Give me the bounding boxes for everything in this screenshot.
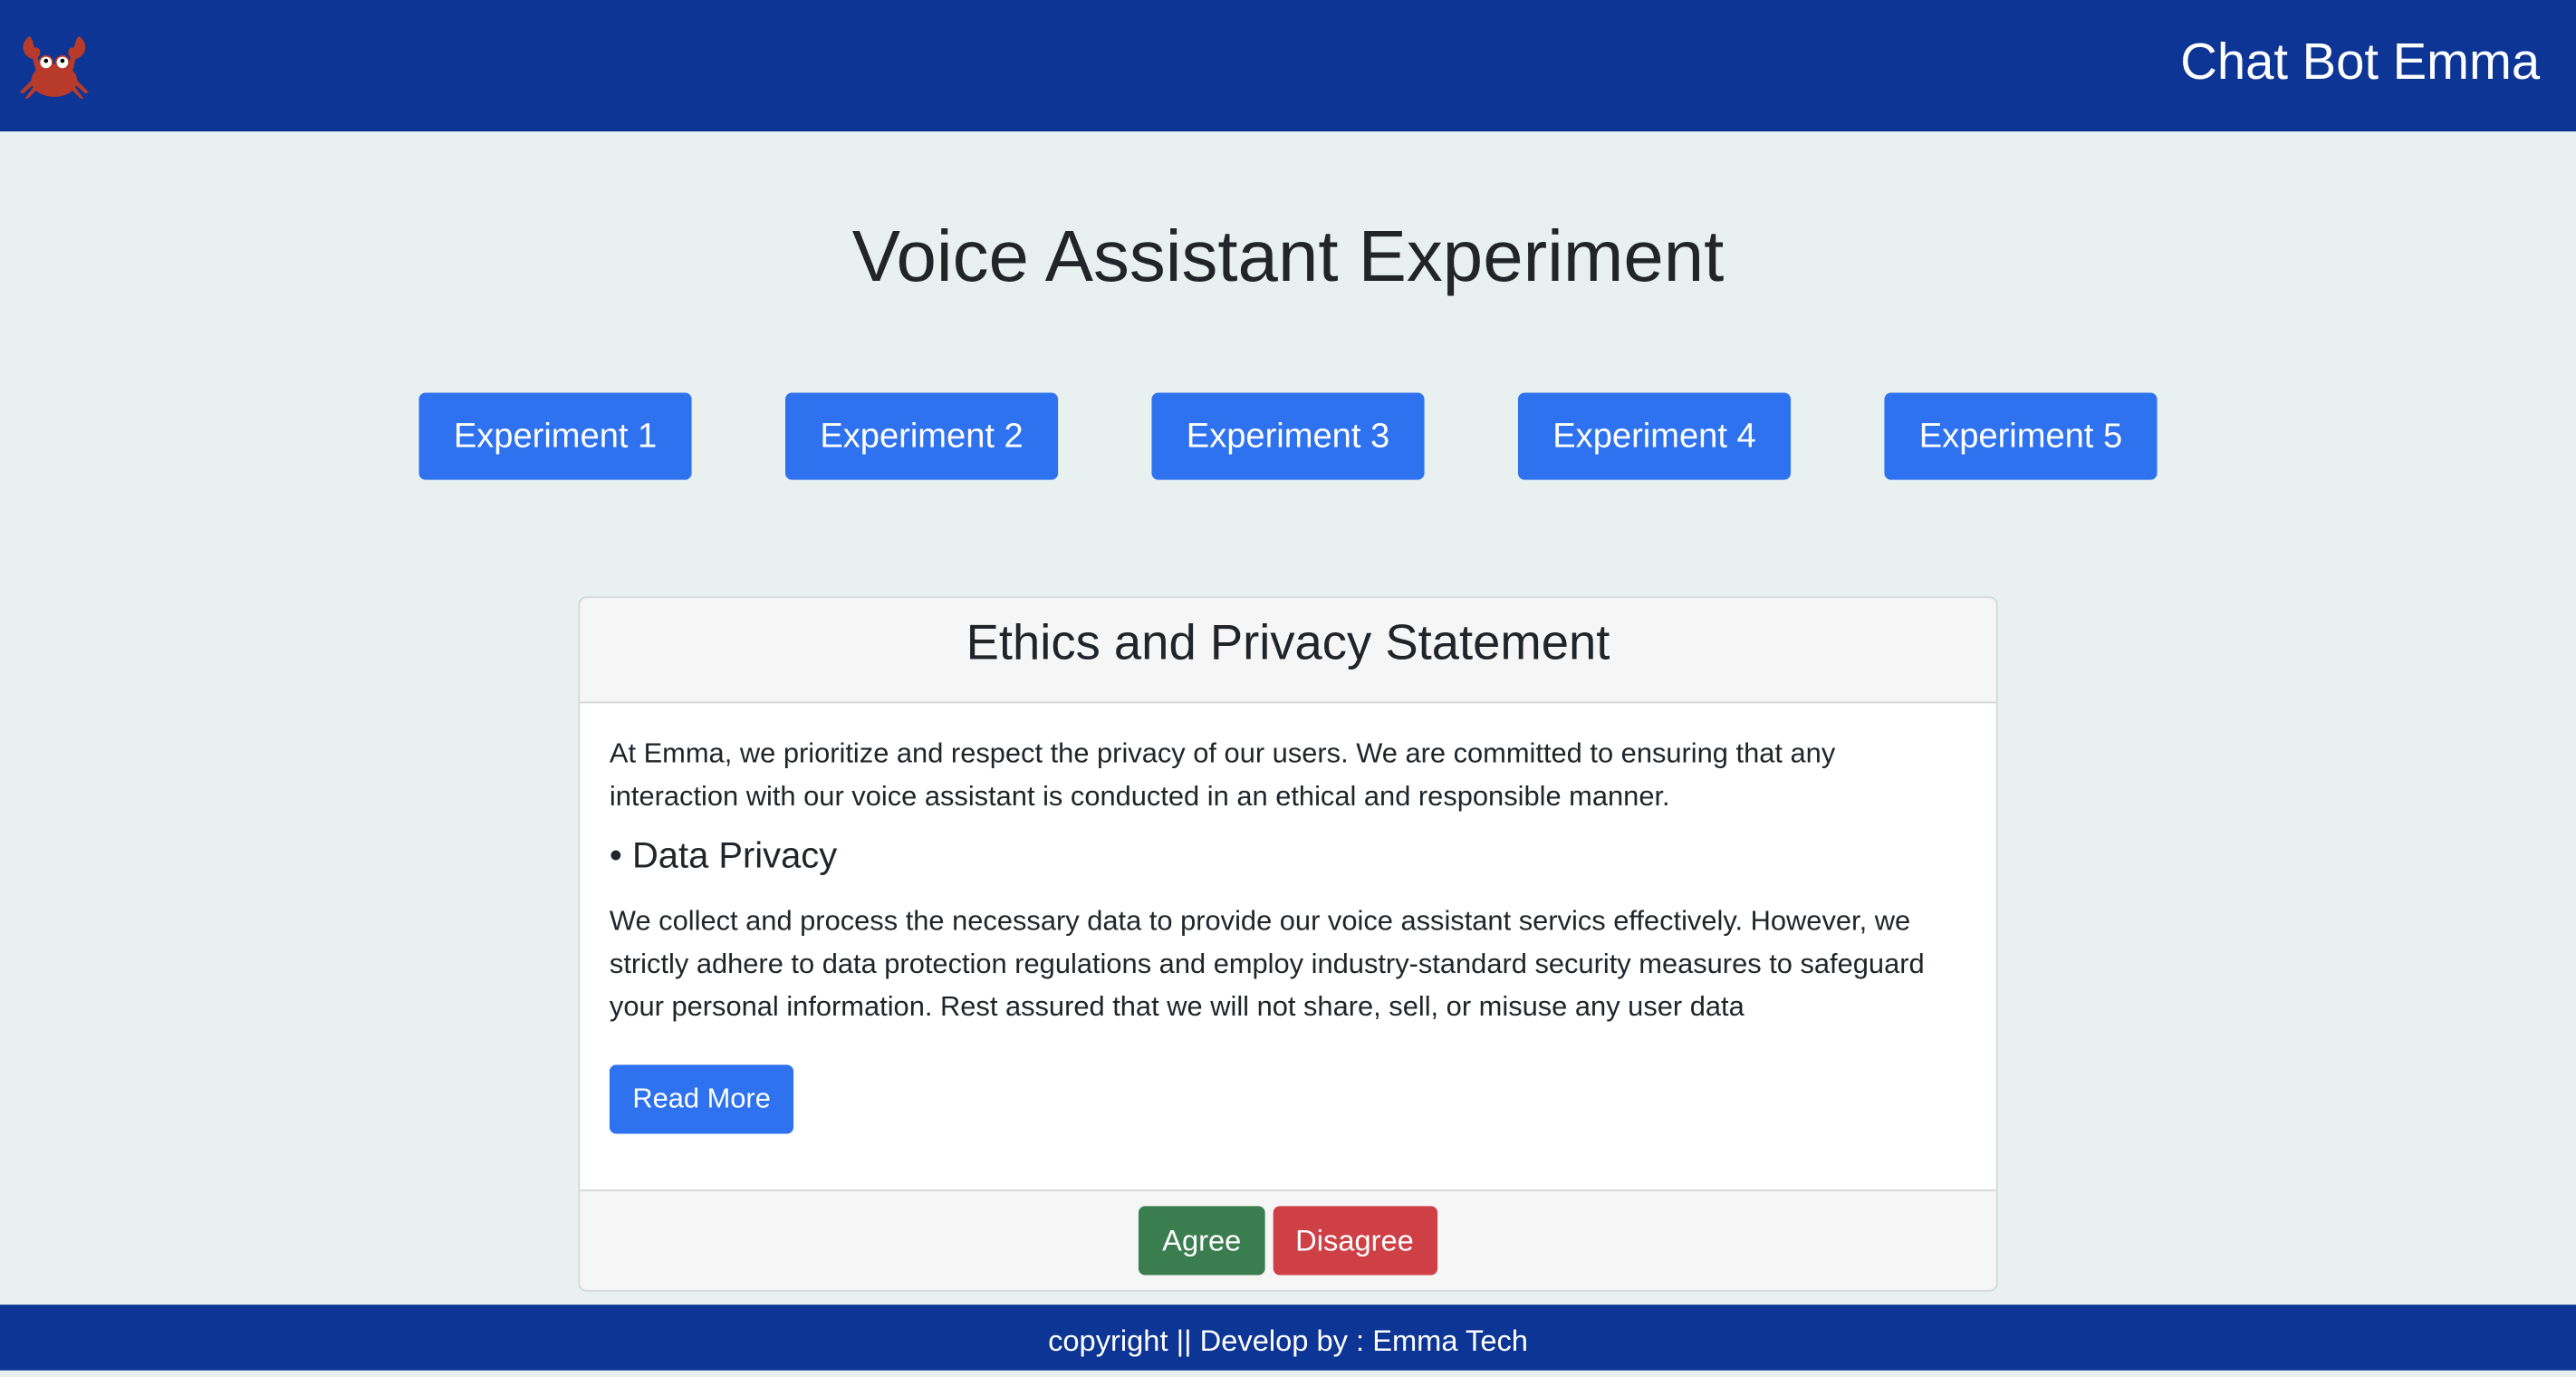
read-more-button[interactable]: Read More: [609, 1064, 794, 1134]
navbar: Chat Bot Emma: [0, 0, 2576, 132]
page-title: Voice Assistant Experiment: [851, 217, 1725, 298]
footer-copyright: copyright || Develop by : Emma Tech: [0, 1305, 2576, 1371]
disagree-button[interactable]: Disagree: [1272, 1206, 1437, 1276]
card-title: Ethics and Privacy Statement: [580, 598, 1996, 704]
brand-title[interactable]: Chat Bot Emma: [2180, 33, 2540, 91]
ethics-card: Ethics and Privacy Statement At Emma, we…: [578, 596, 1998, 1292]
intro-text: At Emma, we prioritize and respect the p…: [609, 737, 1836, 813]
crab-icon[interactable]: [14, 26, 96, 105]
experiment-1-button[interactable]: Experiment 1: [418, 392, 692, 480]
experiment-3-button[interactable]: Experiment 3: [1151, 392, 1425, 480]
experiment-4-button[interactable]: Experiment 4: [1517, 392, 1792, 480]
section-title: • Data Privacy: [609, 834, 838, 876]
agree-button[interactable]: Agree: [1139, 1206, 1264, 1276]
card-body: At Emma, we prioritize and respect the p…: [580, 703, 1995, 1134]
experiment-buttons: Experiment 1 Experiment 2 Experiment 3 E…: [418, 392, 2158, 480]
experiment-5-button[interactable]: Experiment 5: [1884, 392, 2158, 480]
section-text: We collect and process the necessary dat…: [609, 905, 1925, 1023]
experiment-2-button[interactable]: Experiment 2: [784, 392, 1059, 480]
card-footer: Agree Disagree: [580, 1189, 1996, 1290]
